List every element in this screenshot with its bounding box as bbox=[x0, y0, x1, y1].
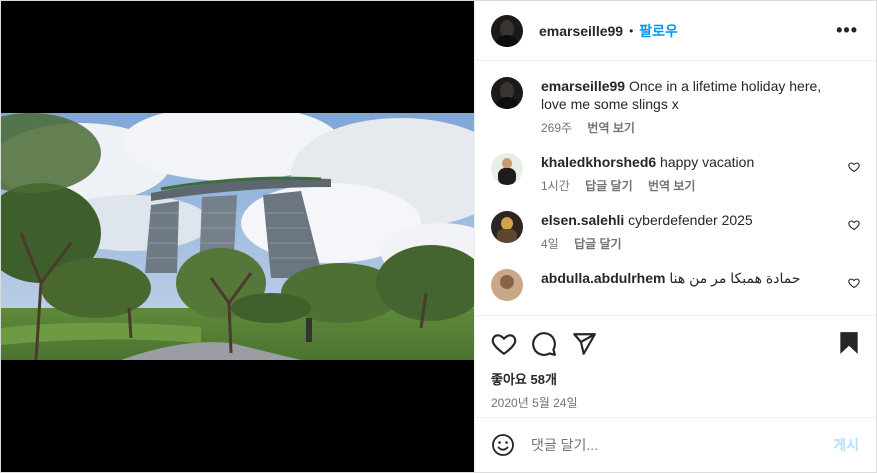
follow-button[interactable]: 팔로우 bbox=[639, 21, 678, 41]
caption-time[interactable]: 269주 bbox=[541, 121, 572, 135]
bookmark-icon[interactable] bbox=[836, 330, 862, 356]
comment-username[interactable]: elsen.salehli bbox=[541, 212, 624, 228]
comment-meta: 1시간 답글 달기 번역 보기 bbox=[541, 177, 754, 195]
marina-bay-photo bbox=[1, 113, 474, 360]
heart-icon[interactable] bbox=[848, 161, 860, 173]
comment-body: khaledkhorshed6 happy vacation 1시간 답글 달기… bbox=[541, 153, 780, 195]
post-media bbox=[1, 1, 474, 472]
caption-avatar[interactable] bbox=[491, 77, 523, 109]
post-dialog: emarseille99 • 팔로우 ••• emarseille99 Once… bbox=[0, 0, 877, 473]
author-avatar[interactable] bbox=[491, 14, 523, 47]
post-header: emarseille99 • 팔로우 ••• bbox=[475, 1, 876, 61]
post-photo[interactable] bbox=[1, 113, 474, 360]
comment-username[interactable]: abdulla.abdulrhem bbox=[541, 270, 665, 286]
comment-text: cyberdefender 2025 bbox=[628, 212, 753, 228]
caption-username[interactable]: emarseille99 bbox=[541, 78, 625, 94]
post-date: 2020년 5월 24일 bbox=[491, 396, 578, 410]
comment-avatar[interactable] bbox=[491, 153, 523, 185]
add-comment-bar: 게시 bbox=[475, 417, 875, 471]
translate-button[interactable]: 번역 보기 bbox=[648, 179, 696, 193]
comment-time[interactable]: 1시간 bbox=[541, 179, 570, 193]
comment-text: حمادة همبكا مر من هنا bbox=[669, 270, 801, 286]
comment-body: abdulla.abdulrhem حمادة همبكا مر من هنا bbox=[541, 269, 826, 301]
caption-body: emarseille99 Once in a lifetime holiday … bbox=[541, 77, 860, 137]
emoji-icon[interactable] bbox=[491, 433, 515, 457]
heart-icon[interactable] bbox=[491, 331, 517, 357]
translate-button[interactable]: 번역 보기 bbox=[587, 121, 635, 135]
likes-count[interactable]: 좋아요 58개 bbox=[475, 371, 876, 389]
list-item: abdulla.abdulrhem حمادة همبكا مر من هنا bbox=[491, 269, 860, 301]
comment-avatar[interactable] bbox=[491, 269, 523, 301]
comment-time[interactable]: 4일 bbox=[541, 237, 559, 251]
list-item: khaledkhorshed6 happy vacation 1시간 답글 달기… bbox=[491, 153, 860, 195]
list-item: elsen.salehli cyberdefender 2025 4일 답글 달… bbox=[491, 211, 860, 253]
comment-body: elsen.salehli cyberdefender 2025 4일 답글 달… bbox=[541, 211, 779, 253]
comment-avatar[interactable] bbox=[491, 211, 523, 243]
reply-button[interactable]: 답글 달기 bbox=[574, 237, 622, 251]
share-icon[interactable] bbox=[571, 331, 597, 357]
comment-meta: 4일 답글 달기 bbox=[541, 235, 753, 253]
author-username[interactable]: emarseille99 bbox=[539, 23, 623, 39]
caption: emarseille99 Once in a lifetime holiday … bbox=[491, 77, 860, 137]
more-options-icon[interactable]: ••• bbox=[836, 21, 858, 39]
comment-text: happy vacation bbox=[660, 154, 755, 170]
comment-input[interactable] bbox=[531, 436, 811, 453]
post-sidebar: emarseille99 • 팔로우 ••• emarseille99 Once… bbox=[474, 1, 876, 472]
comments-list[interactable]: emarseille99 Once in a lifetime holiday … bbox=[475, 61, 876, 316]
caption-meta: 269주 번역 보기 bbox=[541, 119, 834, 137]
reply-button[interactable]: 답글 달기 bbox=[585, 179, 633, 193]
post-comment-button[interactable]: 게시 bbox=[833, 435, 859, 455]
heart-icon[interactable] bbox=[848, 219, 860, 231]
separator-dot: • bbox=[629, 23, 634, 38]
heart-icon[interactable] bbox=[848, 277, 860, 289]
comment-username[interactable]: khaledkhorshed6 bbox=[541, 154, 656, 170]
action-bar bbox=[475, 316, 876, 371]
comment-icon[interactable] bbox=[531, 331, 557, 357]
